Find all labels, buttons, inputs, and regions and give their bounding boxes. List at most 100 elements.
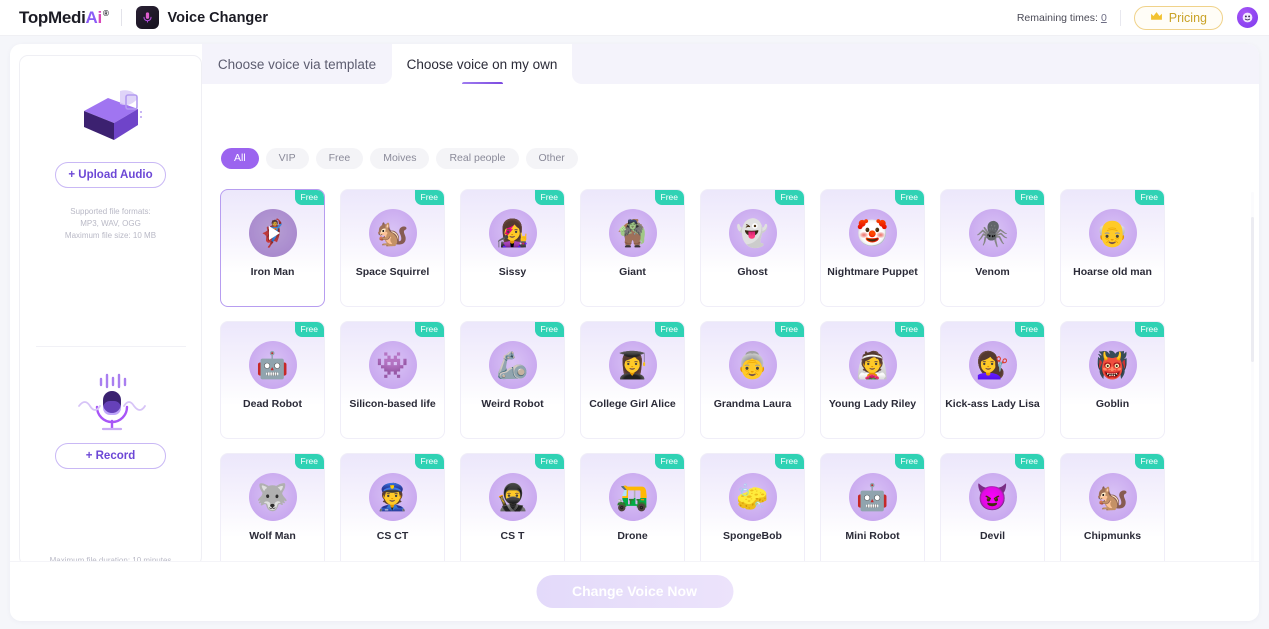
remaining-times-count[interactable]: 0 (1101, 12, 1107, 24)
brand-name-a: A (85, 7, 98, 27)
voice-card-name: Young Lady Riley (828, 398, 917, 410)
upload-audio-illustration (20, 74, 201, 162)
voice-card[interactable]: Free 🦸 Iron Man (220, 189, 325, 307)
brand-logo[interactable]: TopMediAi® (19, 8, 109, 28)
voice-card[interactable]: Free 👾 Silicon-based life (340, 321, 445, 439)
filter-chip-other[interactable]: Other (525, 148, 578, 169)
voice-grid-scrollbar-thumb[interactable] (1251, 217, 1254, 362)
main-panel: + Upload Audio Supported file formats: M… (10, 44, 1259, 621)
voice-avatar-glyph: 🧌 (616, 218, 649, 248)
voice-card[interactable]: Free 😈 Devil (940, 453, 1045, 571)
play-icon[interactable] (248, 209, 297, 257)
voice-avatar: 🧽 (728, 473, 777, 521)
voice-card-name: Wolf Man (249, 530, 296, 542)
filter-chip-real-people[interactable]: Real people (436, 148, 519, 169)
change-voice-now-button[interactable]: Change Voice Now (536, 575, 733, 608)
voice-card-badge: Free (1014, 190, 1044, 205)
voice-avatar: 🐺 (248, 473, 297, 521)
voice-avatar: 🦾 (488, 341, 537, 389)
voice-card[interactable]: Free 🦾 Weird Robot (460, 321, 565, 439)
voice-card[interactable]: Free 👵 Grandma Laura (700, 321, 805, 439)
user-avatar-icon[interactable] (1236, 6, 1259, 29)
filter-chip-moives[interactable]: Moives (370, 148, 430, 169)
voice-card-name: Devil (979, 530, 1006, 542)
voice-card[interactable]: Free 👰 Young Lady Riley (820, 321, 925, 439)
microphone-app-icon (135, 6, 159, 29)
voice-card[interactable]: Free 👩‍🎤 Sissy (460, 189, 565, 307)
voice-card[interactable]: Free 👮 CS CT (340, 453, 445, 571)
remaining-times-label: Remaining times: (1016, 11, 1098, 24)
voice-card[interactable]: Free 🐿️ Chipmunks (1060, 453, 1165, 571)
voice-avatar-glyph: 🤖 (856, 482, 889, 512)
voice-avatar: 👹 (1088, 341, 1137, 389)
voice-card[interactable]: Free 👹 Goblin (1060, 321, 1165, 439)
voice-card-badge: Free (534, 454, 564, 469)
voice-grid: Free 🦸 Iron Man Free 🐿️ Space Squirrel Free 👩‍🎤… (220, 189, 1240, 601)
registered-mark: ® (102, 8, 109, 18)
voice-avatar: 🛺 (608, 473, 657, 521)
tab-choose-voice-via-template[interactable]: Choose voice via template (202, 44, 392, 84)
voice-card[interactable]: Free 🤖 Dead Robot (220, 321, 325, 439)
voice-avatar-glyph: 👻 (736, 218, 769, 248)
voice-card-badge: Free (654, 190, 684, 205)
voice-card-name: Kick-ass Lady Lisa (945, 398, 1040, 410)
voice-card[interactable]: Free 🤖 Mini Robot (820, 453, 925, 571)
voice-card[interactable]: Free 🧌 Giant (580, 189, 685, 307)
voice-avatar: 💇‍♀️ (968, 341, 1017, 389)
voice-avatar-glyph: 🤖 (256, 350, 289, 380)
voice-card-name: Giant (619, 266, 646, 278)
filter-chip-all[interactable]: All (221, 148, 259, 169)
filter-chip-free[interactable]: Free (315, 148, 364, 169)
filter-chip-vip[interactable]: VIP (265, 148, 309, 169)
brand-name-top: TopMedi (19, 7, 86, 27)
voice-card-name: Silicon-based life (349, 398, 436, 410)
voice-card[interactable]: Free 🤡 Nightmare Puppet (820, 189, 925, 307)
voice-card[interactable]: Free 👩‍🎓 College Girl Alice (580, 321, 685, 439)
voice-card[interactable]: Free 🧽 SpongeBob (700, 453, 805, 571)
voice-card[interactable]: Free 🐿️ Space Squirrel (340, 189, 445, 307)
voice-card-badge: Free (894, 322, 924, 337)
upload-audio-note: Supported file formats: MP3, WAV, OGG Ma… (20, 206, 201, 242)
voice-card-badge: Free (774, 454, 804, 469)
voice-avatar-glyph: 🤡 (856, 218, 889, 248)
voice-card-badge: Free (414, 190, 444, 205)
voice-avatar-glyph: 🐿️ (1096, 482, 1129, 512)
tab-choose-voice-on-my-own[interactable]: Choose voice on my own (392, 44, 572, 84)
voice-avatar: 🐿️ (1088, 473, 1137, 521)
voice-avatar: 🦸 (248, 209, 297, 257)
voice-card-badge: Free (894, 454, 924, 469)
voice-card-badge: Free (774, 190, 804, 205)
voice-card-badge: Free (1134, 454, 1164, 469)
upload-note-line-2: MP3, WAV, OGG (80, 219, 141, 228)
voice-card[interactable]: Free 🥷 CS T (460, 453, 565, 571)
voice-avatar: 👰 (848, 341, 897, 389)
record-button[interactable]: + Record (55, 443, 166, 469)
voice-card-name: Ghost (737, 266, 768, 278)
voice-card-badge: Free (654, 322, 684, 337)
voice-card-badge: Free (894, 190, 924, 205)
upload-note-line-1: Supported file formats: (70, 207, 151, 216)
voice-grid-scrollbar[interactable] (1251, 192, 1254, 597)
voice-card[interactable]: Free 👴 Hoarse old man (1060, 189, 1165, 307)
pricing-button[interactable]: Pricing (1133, 5, 1223, 30)
voice-avatar: 👴 (1088, 209, 1137, 257)
crown-icon (1150, 9, 1163, 27)
voice-card[interactable]: Free 🛺 Drone (580, 453, 685, 571)
voice-card-name: Grandma Laura (713, 398, 792, 410)
voice-card[interactable]: Free 👻 Ghost (700, 189, 805, 307)
voice-card-badge: Free (1014, 322, 1044, 337)
voice-card-name: Weird Robot (481, 398, 544, 410)
voice-card-name: SpongeBob (723, 530, 782, 542)
voice-avatar-glyph: 👰 (856, 350, 889, 380)
voice-card-name: Venom (975, 266, 1010, 278)
voice-avatar: 🐿️ (368, 209, 417, 257)
voice-avatar-glyph: 👩‍🎓 (616, 350, 649, 380)
voice-card-name: CS CT (376, 530, 409, 542)
top-bar: TopMediAi® Voice Changer Remaining times… (0, 0, 1269, 36)
voice-card[interactable]: Free 💇‍♀️ Kick-ass Lady Lisa (940, 321, 1045, 439)
voice-card[interactable]: Free 🐺 Wolf Man (220, 453, 325, 571)
voice-card[interactable]: Free 🕷️ Venom (940, 189, 1045, 307)
upload-audio-button[interactable]: + Upload Audio (55, 162, 166, 188)
voice-avatar: 🤖 (248, 341, 297, 389)
voice-avatar: 😈 (968, 473, 1017, 521)
